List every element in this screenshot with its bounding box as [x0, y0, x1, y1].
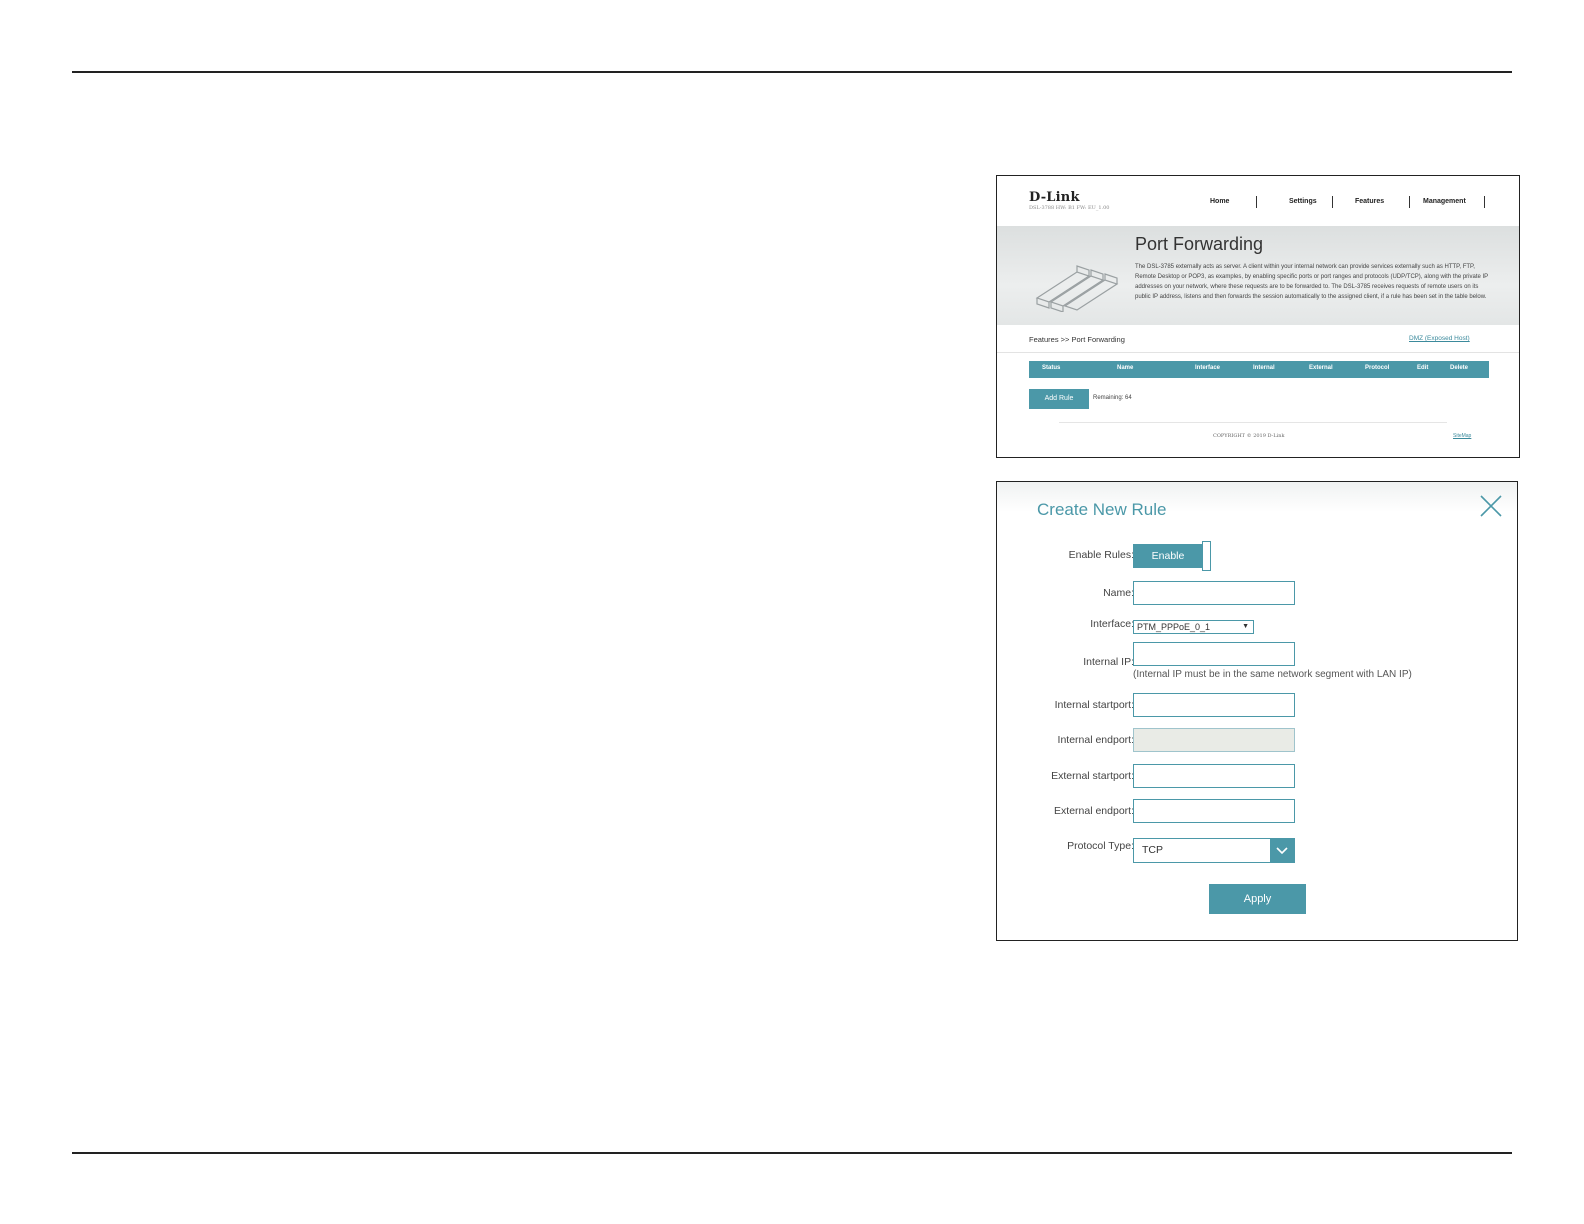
apply-button[interactable]: Apply: [1209, 884, 1306, 914]
internal-endport-label: Internal endport:: [1057, 734, 1134, 746]
rules-table-header: Status Name Interface Internal External …: [1029, 361, 1489, 378]
breadcrumb-row: Features >> Port Forwarding DMZ (Exposed…: [997, 325, 1519, 353]
name-input[interactable]: [1133, 581, 1295, 605]
port-forwarding-screenshot: D-Link DSL-3788 HW: B1 FW: EU_1.00 Home …: [996, 175, 1520, 458]
nav-features[interactable]: Features: [1355, 198, 1384, 205]
protocol-type-value: TCP: [1142, 844, 1163, 856]
column-header-edit: Edit: [1417, 365, 1429, 371]
footer-divider: [1059, 422, 1447, 423]
remaining-count: Remaining: 64: [1093, 395, 1132, 401]
interface-label: Interface:: [1090, 618, 1134, 630]
internal-ip-hint: (Internal IP must be in the same network…: [1133, 669, 1412, 680]
dialog-title: Create New Rule: [1037, 500, 1167, 519]
dmz-link[interactable]: DMZ (Exposed Host): [1409, 335, 1470, 342]
nav-separator: [1484, 196, 1485, 208]
page-title: Port Forwarding: [1135, 234, 1264, 254]
create-rule-dialog: Create New Rule Enable Rules: Enable Nam…: [996, 481, 1518, 941]
internal-ip-input[interactable]: [1133, 642, 1295, 666]
nav-home[interactable]: Home: [1210, 198, 1229, 205]
external-endport-label: External endport:: [1054, 805, 1134, 817]
nav-separator: [1256, 196, 1257, 208]
page-description: The DSL-3785 externally acts as server. …: [1135, 264, 1489, 300]
page-bottom-rule: [72, 1152, 1512, 1154]
sitemap-link[interactable]: SiteMap: [1453, 433, 1471, 439]
column-header-delete: Delete: [1450, 365, 1469, 371]
internal-endport-input: [1133, 728, 1295, 752]
nav-settings[interactable]: Settings: [1289, 198, 1317, 205]
name-label: Name:: [1103, 587, 1134, 599]
dropdown-arrow-icon: ▼: [1242, 623, 1249, 630]
model-info: DSL-3788 HW: B1 FW: EU_1.00: [1029, 205, 1110, 211]
enable-rules-toggle[interactable]: Enable: [1133, 544, 1203, 568]
external-startport-label: External startport:: [1051, 770, 1134, 782]
column-header-protocol: Protocol: [1365, 365, 1390, 371]
internal-ip-label: Internal IP:: [1083, 656, 1134, 668]
interface-select[interactable]: PTM_PPPoE_0_1 ▼: [1133, 620, 1254, 634]
nav-management[interactable]: Management: [1423, 198, 1466, 205]
enable-rules-label: Enable Rules:: [1068, 549, 1134, 561]
copyright: COPYRIGHT © 2019 D-Link: [1213, 433, 1285, 439]
external-startport-input[interactable]: [1133, 764, 1295, 788]
protocol-type-select[interactable]: TCP: [1133, 838, 1295, 863]
column-header-internal: Internal: [1253, 365, 1275, 371]
header: D-Link DSL-3788 HW: B1 FW: EU_1.00 Home …: [997, 176, 1519, 226]
internal-startport-label: Internal startport:: [1054, 699, 1134, 711]
banner: Port Forwarding The DSL-3785 externally …: [997, 226, 1519, 325]
external-endport-input[interactable]: [1133, 799, 1295, 823]
column-header-status: Status: [1042, 365, 1061, 371]
nav-separator: [1409, 196, 1410, 208]
page-top-rule: [72, 71, 1512, 73]
dlink-logo[interactable]: D-Link: [1029, 190, 1080, 205]
breadcrumb: Features >> Port Forwarding: [1029, 335, 1125, 344]
internal-startport-input[interactable]: [1133, 693, 1295, 717]
add-rule-button[interactable]: Add Rule: [1029, 389, 1089, 409]
close-icon[interactable]: [1479, 494, 1503, 518]
interface-value: PTM_PPPoE_0_1: [1137, 622, 1211, 632]
toggle-knob[interactable]: [1202, 541, 1211, 571]
column-header-name: Name: [1117, 365, 1134, 371]
column-header-external: External: [1309, 365, 1333, 371]
chevron-down-icon[interactable]: [1270, 839, 1294, 862]
port-forwarding-illustration-icon: [1035, 265, 1119, 312]
nav-separator: [1332, 196, 1333, 208]
protocol-type-label: Protocol Type:: [1067, 840, 1134, 852]
column-header-interface: Interface: [1195, 365, 1221, 371]
